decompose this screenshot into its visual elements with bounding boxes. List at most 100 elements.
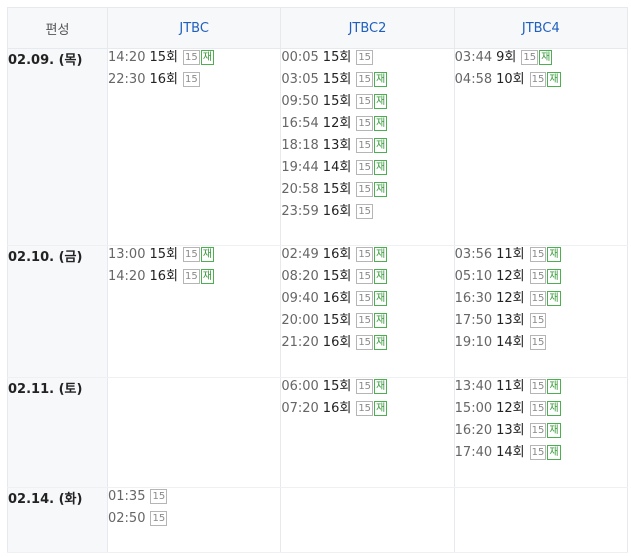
air-time: 16:20: [454, 423, 493, 438]
age-rating-badge: 15: [529, 291, 547, 306]
age-rating-badge: 15: [356, 269, 374, 284]
age-rating-badge: 15: [356, 94, 374, 109]
airing-item[interactable]: 16:54 12회 15 재: [281, 115, 453, 137]
air-time: 20:00: [281, 313, 319, 328]
airing-item[interactable]: 17:50 13회 15: [455, 312, 627, 334]
airing-item[interactable]: 18:18 13회 15 재: [281, 137, 453, 159]
airing-item[interactable]: 19:44 14회 15 재: [281, 159, 453, 181]
air-time: 22:30: [108, 72, 146, 87]
airing-item[interactable]: 15:00 12회 15 재: [455, 400, 627, 422]
schedule-cell: 00:05 15회 15 03:05 15회 15 재 09:50 15회 15 재 16:54 12회…: [280, 48, 455, 246]
episode-number: 10회: [496, 72, 525, 87]
airing-item[interactable]: 14:20 16회 15 재: [108, 268, 280, 290]
schedule-cell: 01:35 15 02:50 15: [107, 487, 282, 553]
airing-item[interactable]: 09:50 15회 15 재: [281, 93, 453, 115]
air-time: 09:50: [281, 94, 319, 109]
schedule-cell: [454, 487, 629, 553]
airing-item[interactable]: 20:58 15회 15 재: [281, 181, 453, 203]
air-time: 01:35: [108, 489, 146, 504]
airing-item[interactable]: 06:00 15회 15 재: [281, 378, 453, 400]
episode-number: 11회: [496, 247, 525, 262]
airing-item[interactable]: 19:10 14회 15: [455, 334, 627, 356]
episode-number: 11회: [496, 379, 525, 394]
episode-number: 13회: [496, 423, 525, 438]
air-time: 17:40: [454, 445, 493, 460]
rerun-badge: 재: [374, 313, 388, 328]
schedule-cell: 13:00 15회 15 재 14:20 16회 15 재: [107, 245, 282, 378]
rerun-badge: 재: [547, 379, 561, 394]
age-rating-badge: 15: [529, 335, 547, 350]
schedule-cell: [280, 487, 455, 553]
airing-item[interactable]: 23:59 16회 15: [281, 203, 453, 225]
rerun-badge: 재: [200, 269, 214, 284]
airing-item[interactable]: 01:35 15: [108, 488, 280, 510]
air-time: 02:49: [281, 247, 319, 262]
schedule-row: 02.14. (화) 01:35 15 02:50 15: [7, 487, 629, 553]
age-rating-badge: 15: [356, 247, 374, 262]
air-time: 13:40: [454, 379, 493, 394]
air-time: 04:58: [454, 72, 493, 87]
age-rating-badge: 15: [182, 247, 200, 262]
episode-number: 16회: [322, 335, 352, 350]
airing-item[interactable]: 21:20 16회 15 재: [281, 334, 453, 356]
airing-item[interactable]: 13:40 11회 15 재: [455, 378, 627, 400]
air-time: 21:20: [281, 335, 319, 350]
airing-item[interactable]: 17:40 14회 15 재: [455, 444, 627, 466]
channel-header-jtbc2[interactable]: JTBC2: [280, 7, 455, 49]
age-rating-badge: 15: [529, 313, 547, 328]
schedule-cell: 03:44 9회 15 재 04:58 10회 15 재: [454, 48, 629, 246]
airing-item[interactable]: 03:05 15회 15 재: [281, 71, 453, 93]
airing-item[interactable]: 04:58 10회 15 재: [455, 71, 627, 93]
airing-item[interactable]: 00:05 15회 15: [281, 49, 453, 71]
air-time: 03:44: [454, 50, 493, 65]
age-rating-badge: 15: [182, 72, 200, 87]
episode-number: 12회: [496, 269, 525, 284]
air-time: 02:50: [108, 511, 146, 526]
airing-item[interactable]: 16:30 12회 15 재: [455, 290, 627, 312]
rerun-badge: 재: [547, 401, 561, 416]
age-rating-badge: 15: [356, 401, 374, 416]
rerun-badge: 재: [374, 138, 388, 153]
rerun-badge: 재: [374, 182, 388, 197]
channel-header-jtbc4[interactable]: JTBC4: [454, 7, 629, 49]
age-rating-badge: 15: [521, 50, 539, 65]
schedule-row: 02.11. (토) 06:00 15회 15 재 07:20 16회 15 재 13:40 11회…: [7, 377, 629, 488]
airing-item[interactable]: 09:40 16회 15 재: [281, 290, 453, 312]
air-time: 07:20: [281, 401, 319, 416]
episode-number: 13회: [322, 138, 352, 153]
schedule-row: 02.09. (목) 14:20 15회 15 재 22:30 16회 15 00:05 15회 1…: [7, 48, 629, 246]
channel-header-jtbc[interactable]: JTBC: [107, 7, 282, 49]
airing-item[interactable]: 16:20 13회 15 재: [455, 422, 627, 444]
airing-item[interactable]: 13:00 15회 15 재: [108, 246, 280, 268]
episode-number: 16회: [322, 247, 352, 262]
episode-number: 15회: [322, 269, 352, 284]
airing-item[interactable]: 03:44 9회 15 재: [455, 49, 627, 71]
airing-item[interactable]: 03:56 11회 15 재: [455, 246, 627, 268]
rerun-badge: 재: [200, 50, 214, 65]
airing-item[interactable]: 22:30 16회 15: [108, 71, 280, 93]
episode-number: 16회: [149, 72, 178, 87]
episode-number: 12회: [496, 401, 525, 416]
schedule-cell: 06:00 15회 15 재 07:20 16회 15 재: [280, 377, 455, 488]
episode-number: 16회: [322, 291, 352, 306]
rerun-badge: 재: [374, 401, 388, 416]
header-label: 편성: [7, 7, 108, 49]
airing-item[interactable]: 20:00 15회 15 재: [281, 312, 453, 334]
episode-number: 16회: [322, 204, 352, 219]
airing-item[interactable]: 07:20 16회 15 재: [281, 400, 453, 422]
age-rating-badge: 15: [529, 423, 547, 438]
air-time: 20:58: [281, 182, 319, 197]
episode-number: 9회: [496, 50, 517, 65]
age-rating-badge: 15: [356, 182, 374, 197]
rerun-badge: 재: [547, 423, 561, 438]
airing-item[interactable]: 14:20 15회 15 재: [108, 49, 280, 71]
airing-item[interactable]: 02:50 15: [108, 510, 280, 532]
air-time: 17:50: [454, 313, 493, 328]
age-rating-badge: 15: [529, 445, 547, 460]
airing-item[interactable]: 05:10 12회 15 재: [455, 268, 627, 290]
airing-item[interactable]: 08:20 15회 15 재: [281, 268, 453, 290]
airing-item[interactable]: 02:49 16회 15 재: [281, 246, 453, 268]
air-time: 05:10: [454, 269, 493, 284]
schedule-cell: [107, 377, 282, 488]
episode-number: 14회: [322, 160, 352, 175]
